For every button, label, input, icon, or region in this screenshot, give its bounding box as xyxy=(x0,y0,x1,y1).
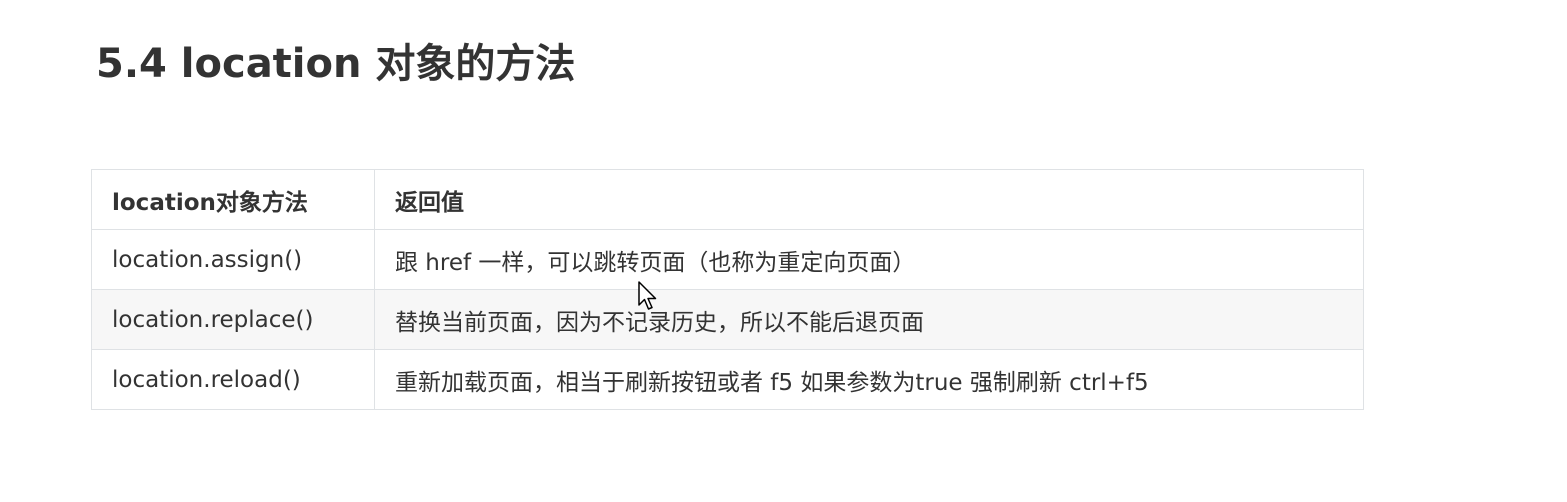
method-cell: location.replace() xyxy=(91,289,375,350)
page-title: 5.4 location 对象的方法 xyxy=(96,41,576,87)
table-row: location.reload() 重新加载页面，相当于刷新按钮或者 f5 如果… xyxy=(91,349,1364,410)
table-header-row: location对象方法 返回值 xyxy=(91,169,1364,230)
header-method: location对象方法 xyxy=(91,169,375,230)
method-cell: location.assign() xyxy=(91,229,375,290)
table-row: location.assign() 跟 href 一样，可以跳转页面（也称为重定… xyxy=(91,229,1364,290)
methods-table: location对象方法 返回值 location.assign() 跟 hre… xyxy=(91,169,1364,410)
description-cell: 替换当前页面，因为不记录历史，所以不能后退页面 xyxy=(374,289,1364,350)
header-return-value: 返回值 xyxy=(374,169,1364,230)
table-row: location.replace() 替换当前页面，因为不记录历史，所以不能后退… xyxy=(91,289,1364,350)
description-cell: 跟 href 一样，可以跳转页面（也称为重定向页面） xyxy=(374,229,1364,290)
table-body: location.assign() 跟 href 一样，可以跳转页面（也称为重定… xyxy=(91,229,1364,410)
mouse-pointer-icon xyxy=(638,281,657,310)
description-cell: 重新加载页面，相当于刷新按钮或者 f5 如果参数为true 强制刷新 ctrl+… xyxy=(374,349,1364,410)
method-cell: location.reload() xyxy=(91,349,375,410)
table-header: location对象方法 返回值 xyxy=(91,169,1364,230)
